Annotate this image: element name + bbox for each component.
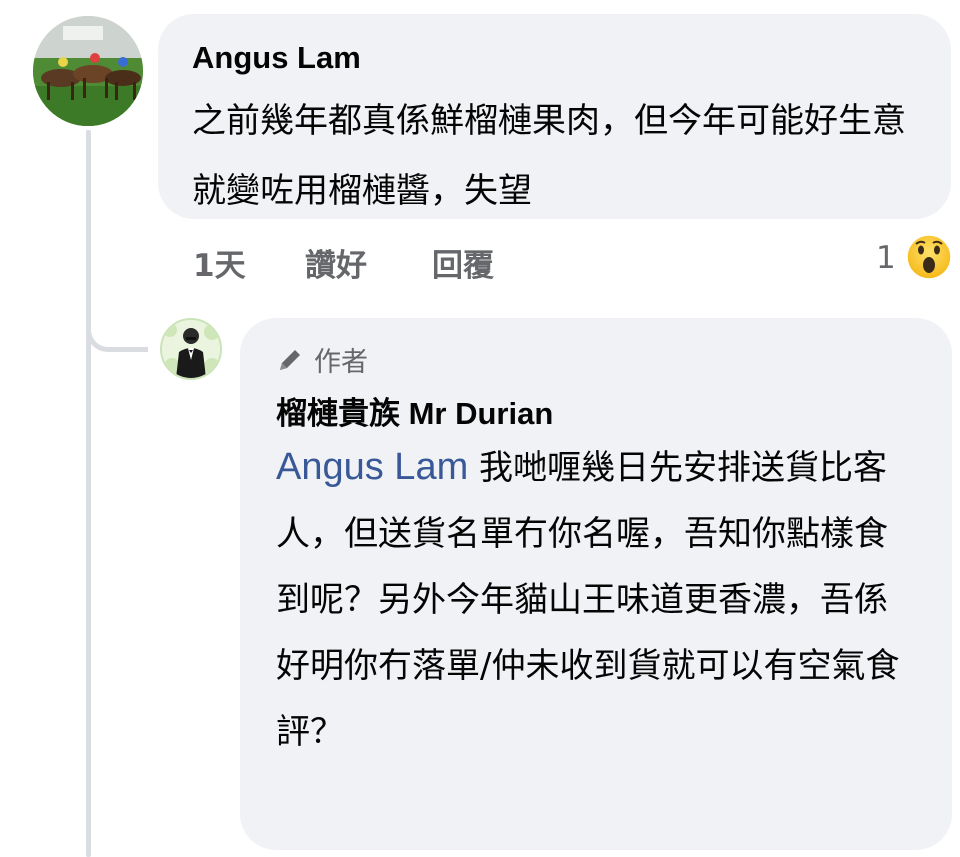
comment-author-name[interactable]: Angus Lam [192,40,361,76]
like-button[interactable]: 讚好 [305,240,367,285]
author-badge: 作者 [276,340,368,379]
reply-text: Angus Lam 我哋喱幾日先安排送貨比客人，但送貨名單冇你名喔，吾知你點樣食… [276,434,916,765]
mention-link[interactable]: Angus Lam [276,446,468,488]
pencil-icon [276,346,304,374]
thread-line [86,130,91,857]
thread-branch-line [86,300,148,352]
reply-author-name[interactable]: 榴槤貴族 Mr Durian [276,388,553,433]
comment-text: 之前幾年都真係鮮榴槤果肉，但今年可能好生意就變咗用榴槤醬，失望 [192,101,906,211]
author-badge-label: 作者 [314,347,368,378]
comment-bubble: Angus Lam 之前幾年都真係鮮榴槤果肉，但今年可能好生意就變咗用榴槤醬，失… [158,14,951,219]
reply-bubble: 作者 榴槤貴族 Mr Durian Angus Lam 我哋喱幾日先安排送貨比客… [240,318,952,850]
man-in-suit-avatar-icon [162,320,220,378]
reply-button[interactable]: 回覆 [432,240,494,285]
page-author-avatar[interactable] [160,318,222,380]
comment-timestamp[interactable]: 1天 [193,240,246,285]
reply-body: 我哋喱幾日先安排送貨比客人，但送貨名單冇你名喔，吾知你點樣食到呢？另外今年貓山王… [276,448,900,752]
wow-emoji-icon[interactable] [906,234,952,280]
commenter-avatar[interactable] [33,16,143,126]
horse-racing-photo-icon [33,16,143,126]
reaction-count[interactable]: 1 [876,240,896,276]
